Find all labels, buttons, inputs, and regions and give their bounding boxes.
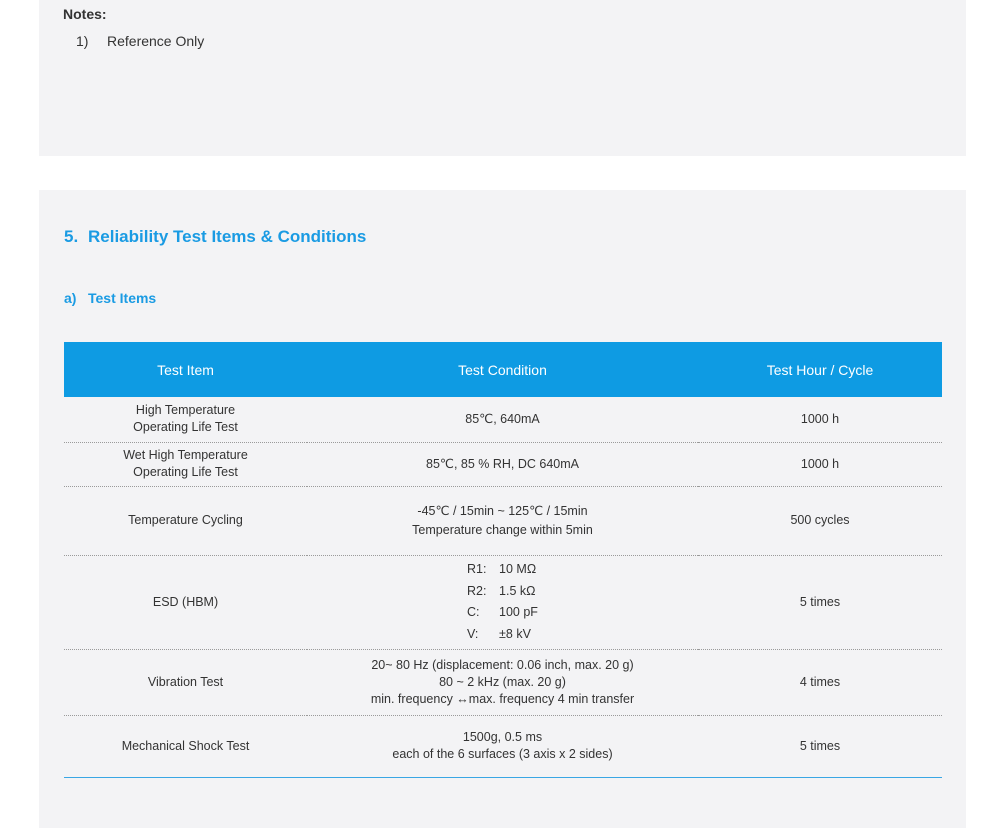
test-items-table: Test Item Test Condition Test Hour / Cyc…	[64, 342, 942, 778]
condition-line: min. frequency ↔max. frequency 4 min tra…	[370, 691, 635, 706]
esd-parameter: C: 100 pF	[467, 602, 538, 624]
subsection-title: Test Items	[88, 290, 157, 306]
header-test-condition: Test Condition	[458, 361, 547, 378]
condition-line: 20~ 80 Hz (displacement: 0.06 inch, max.…	[371, 657, 634, 672]
test-item-line: ESD (HBM)	[152, 594, 219, 609]
esd-parameter-value: 1.5 kΩ	[499, 583, 536, 598]
test-hour-cell: 1000 h	[698, 397, 942, 443]
header-test-hour: Test Hour / Cycle	[766, 361, 874, 378]
test-condition-cell: 85℃, 640mA	[307, 397, 698, 443]
section-title: Reliability Test Items & Conditions	[88, 227, 367, 246]
esd-parameter: R2: 1.5 kΩ	[467, 581, 538, 603]
esd-parameter-key: R1:	[467, 562, 487, 576]
esd-parameter-value: 100 pF	[499, 605, 538, 619]
condition-line: 80 ~ 2 kHz (max. 20 g)	[439, 674, 566, 689]
test-hour-cell: 5 times	[698, 715, 942, 778]
condition-line: Temperature change within 5min	[412, 522, 593, 537]
section-heading: 5. Reliability Test Items & Conditions	[64, 227, 366, 247]
condition-line: each of the 6 surfaces (3 axis x 2 sides…	[392, 747, 613, 761]
esd-parameter: V: ±8 kV	[467, 624, 538, 646]
test-condition-cell: 85℃, 85 % RH, DC 640mA	[307, 442, 698, 487]
header-test-item: Test Item	[157, 361, 214, 378]
note-number: 1)	[76, 33, 89, 49]
test-hour-cell: 5 times	[698, 555, 942, 650]
note-item: 1) Reference Only	[76, 33, 204, 49]
test-item-line: Wet High Temperature	[123, 448, 248, 462]
condition-line: -45℃ / 15min ~ 125℃ / 15min	[417, 503, 588, 518]
test-condition-cell: 1500g, 0.5 ms each of the 6 surfaces (3 …	[307, 715, 698, 778]
test-item-cell: ESD (HBM)	[64, 555, 307, 650]
table-header-row: Test Item Test Condition Test Hour / Cyc…	[64, 342, 942, 397]
table-row: Mechanical Shock Test 1500g, 0.5 ms each…	[64, 715, 942, 778]
test-item-cell: High Temperature Operating Life Test	[64, 397, 307, 443]
test-item-line: Temperature Cycling	[128, 513, 243, 527]
esd-parameter-key: V:	[467, 626, 479, 641]
test-condition-cell: 20~ 80 Hz (displacement: 0.06 inch, max.…	[307, 649, 698, 716]
test-item-line: Mechanical Shock Test	[121, 738, 250, 753]
test-condition-cell: R1: 10 MΩ R2: 1.5 kΩ C: 100 pF V: ±8 kV	[307, 555, 698, 650]
condition-line: 85℃, 85 % RH, DC 640mA	[426, 456, 579, 471]
test-hour-cell: 500 cycles	[698, 486, 942, 556]
subsection-heading: a) Test Items	[64, 290, 156, 306]
esd-parameter-value: 10 MΩ	[499, 562, 537, 576]
condition-line: 85℃, 640mA	[465, 411, 540, 426]
test-item-line: Operating Life Test	[133, 465, 238, 479]
test-item-cell: Wet High Temperature Operating Life Test	[64, 442, 307, 487]
test-item-line: High Temperature	[135, 403, 236, 418]
table-row: High Temperature Operating Life Test 85℃…	[64, 397, 942, 443]
test-condition-cell: -45℃ / 15min ~ 125℃ / 15min Temperature …	[307, 486, 698, 556]
table-row: Wet High Temperature Operating Life Test…	[64, 442, 942, 487]
test-item-cell: Vibration Test	[64, 649, 307, 716]
test-hour-cell: 4 times	[698, 649, 942, 716]
table-row: Temperature Cycling -45℃ / 15min ~ 125℃ …	[64, 486, 942, 556]
test-item-cell: Temperature Cycling	[64, 486, 307, 556]
table-row: Vibration Test 20~ 80 Hz (displacement: …	[64, 649, 942, 716]
reliability-panel: 5. Reliability Test Items & Conditions a)…	[39, 190, 966, 828]
esd-parameter: R1: 10 MΩ	[467, 559, 538, 581]
note-text: Reference Only	[107, 33, 205, 49]
section-number: 5.	[64, 227, 79, 246]
esd-parameter-list: R1: 10 MΩ R2: 1.5 kΩ C: 100 pF V: ±8 kV	[467, 559, 538, 645]
table-row: ESD (HBM) R1: 10 MΩ R2: 1.5 kΩ C: 100 pF V:…	[64, 555, 942, 650]
test-item-cell: Mechanical Shock Test	[64, 715, 307, 778]
notes-panel: Notes: 1) Reference Only	[39, 0, 966, 156]
esd-parameter-value: ±8 kV	[499, 626, 531, 641]
test-hour-cell: 1000 h	[698, 442, 942, 487]
esd-parameter-key: R2:	[467, 583, 487, 598]
condition-line: 1500g, 0.5 ms	[462, 730, 543, 744]
subsection-number: a)	[64, 290, 77, 306]
notes-title: Notes:	[63, 6, 107, 22]
esd-parameter-key: C:	[467, 605, 480, 619]
test-item-line: Operating Life Test	[133, 420, 238, 435]
test-item-line: Vibration Test	[147, 674, 224, 689]
